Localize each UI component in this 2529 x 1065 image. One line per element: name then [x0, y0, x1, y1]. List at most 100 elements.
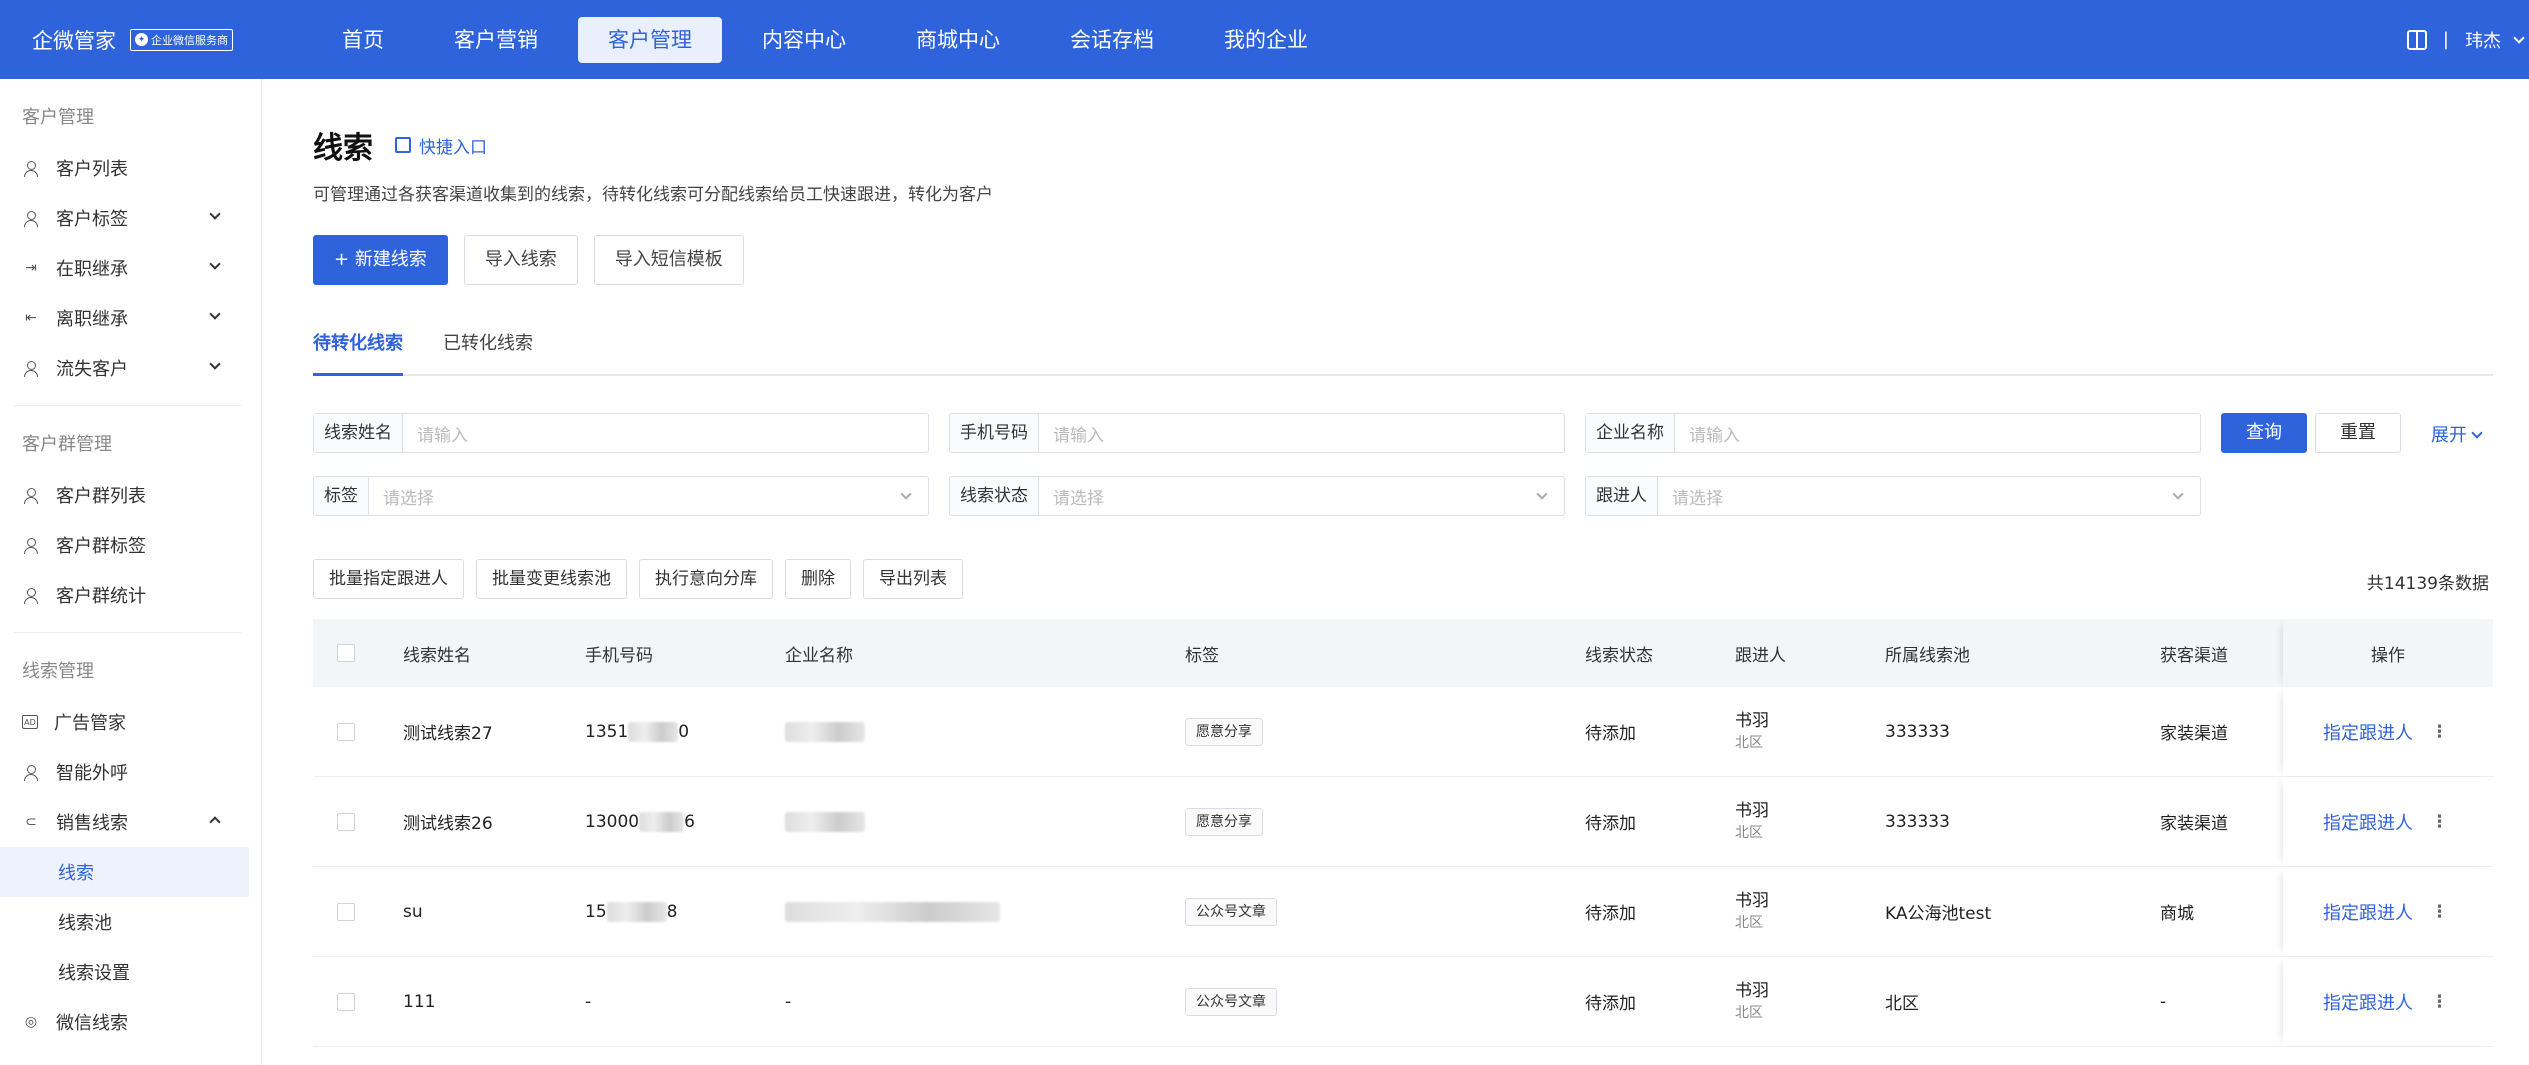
sidebar-item-ad-manager[interactable]: AD 广告管家 — [0, 697, 249, 747]
export-list-button[interactable]: 导出列表 — [863, 559, 963, 599]
nav-mall-center[interactable]: 商城中心 — [886, 17, 1030, 63]
sidebar-item-smart-call[interactable]: 智能外呼 — [0, 747, 249, 797]
sidebar-item-onjob-inherit[interactable]: ⇥ 在职继承 — [0, 243, 249, 293]
expand-filters-link[interactable]: 展开 — [2431, 421, 2487, 447]
more-icon[interactable]: ⋮ — [2431, 722, 2448, 742]
chevron-down-icon — [1536, 488, 1548, 500]
row-checkbox[interactable] — [337, 722, 355, 741]
masked-company — [785, 721, 865, 742]
row-checkbox[interactable] — [337, 992, 355, 1011]
sidebar-item-label: 离职继承 — [56, 309, 128, 330]
sidebar-divider — [14, 405, 241, 406]
chevron-down-icon[interactable] — [2513, 31, 2525, 44]
phone-suffix: 8 — [666, 901, 678, 922]
table-row[interactable]: 111 - - 公众号文章 待添加 书羽 北区 北区 - 指定跟进人 ⋮ — [313, 957, 2493, 1047]
sidebar-item-customer-list[interactable]: 客户列表 — [0, 143, 249, 193]
tag-select[interactable]: 请选择 — [369, 484, 896, 509]
header-status: 线索状态 — [1585, 645, 1653, 666]
assign-owner-link[interactable]: 指定跟进人 — [2323, 989, 2413, 1015]
sidebar-item-resign-inherit[interactable]: ⇤ 离职继承 — [0, 293, 249, 343]
company-input[interactable]: 请输入 — [1675, 421, 2200, 446]
status-select[interactable]: 请选择 — [1039, 484, 1532, 509]
nav-customer-management[interactable]: 客户管理 — [578, 16, 722, 63]
header-actions: 操作 — [2283, 619, 2493, 687]
brand[interactable]: 企微管家 ✦ 企业微信服务商 — [32, 25, 312, 55]
sidebar-subitem-lead-settings[interactable]: 线索设置 — [0, 947, 249, 997]
lead-icon: ⊂ — [25, 814, 37, 830]
badge-text: 企业微信服务商 — [151, 33, 228, 47]
cell-actions: 指定跟进人 ⋮ — [2283, 687, 2493, 776]
phone-suffix: 6 — [684, 811, 695, 832]
sidebar-item-customer-tags[interactable]: 客户标签 — [0, 193, 249, 243]
user-name[interactable]: 玮杰 — [2465, 27, 2501, 53]
owner-filter[interactable]: 跟进人 请选择 — [1585, 476, 2201, 516]
reset-button[interactable]: 重置 — [2315, 413, 2401, 453]
owner-region: 北区 — [1735, 824, 1763, 841]
sidebar-item-label: 微信线索 — [56, 1013, 128, 1034]
top-navigation-bar: 企微管家 ✦ 企业微信服务商 首页 客户营销 客户管理 内容中心 商城中心 会话… — [0, 0, 2529, 79]
owner-name: 书羽 — [1735, 800, 1769, 821]
sidebar-item-sales-leads[interactable]: ⊂ 销售线索 — [0, 797, 249, 847]
chevron-down-icon — [900, 488, 912, 500]
table-row[interactable]: 测试线索27 1351 0 愿意分享 待添加 书羽 北区 333333 家装渠道 指… — [313, 687, 2493, 777]
tag-badge: 愿意分享 — [1185, 807, 1263, 836]
top-right-area: | 玮杰 — [2406, 0, 2529, 79]
sidebar-item-wechat-leads[interactable]: ◎ 微信线索 — [0, 997, 249, 1047]
cell-status: 待添加 — [1585, 724, 1636, 744]
phone-filter[interactable]: 手机号码 请输入 — [949, 413, 1565, 453]
sidebar-subitem-leads[interactable]: 线索 — [0, 847, 249, 897]
owner-select[interactable]: 请选择 — [1658, 484, 2168, 509]
cell-pool: KA公海池test — [1885, 904, 1992, 924]
entry-icon — [395, 137, 411, 153]
sidebar-subitem-lead-pool[interactable]: 线索池 — [0, 897, 249, 947]
intent-split-button[interactable]: 执行意向分库 — [639, 559, 773, 599]
import-sms-template-button[interactable]: 导入短信模板 — [593, 235, 744, 285]
masked-digits — [628, 721, 679, 742]
more-icon[interactable]: ⋮ — [2431, 902, 2448, 922]
row-checkbox[interactable] — [337, 902, 355, 921]
company-filter[interactable]: 企业名称 请输入 — [1585, 413, 2201, 453]
phone-input[interactable]: 请输入 — [1039, 421, 1564, 446]
new-lead-button[interactable]: + 新建线索 — [313, 235, 448, 285]
cell-channel: 商城 — [2160, 904, 2194, 924]
sidebar-group-title: 线索管理 — [22, 661, 94, 682]
nav-customer-marketing[interactable]: 客户营销 — [424, 17, 568, 63]
status-filter[interactable]: 线索状态 请选择 — [949, 476, 1565, 516]
assign-owner-link[interactable]: 指定跟进人 — [2323, 899, 2413, 925]
sidebar-item-group-list[interactable]: 客户群列表 — [0, 470, 249, 520]
sidebar-item-group-stats[interactable]: 客户群统计 — [0, 570, 249, 620]
import-leads-button[interactable]: 导入线索 — [463, 235, 578, 285]
header-lead-name: 线索姓名 — [403, 645, 471, 666]
more-icon[interactable]: ⋮ — [2431, 992, 2448, 1012]
nav-my-enterprise[interactable]: 我的企业 — [1194, 17, 1338, 63]
lead-name-input[interactable]: 请输入 — [403, 421, 928, 446]
query-button[interactable]: 查询 — [2221, 413, 2307, 453]
nav-chat-archive[interactable]: 会话存档 — [1040, 17, 1184, 63]
cell-channel: - — [2160, 991, 2167, 1012]
assign-owner-link[interactable]: 指定跟进人 — [2323, 809, 2413, 835]
help-book-icon[interactable] — [2406, 29, 2427, 50]
table-row[interactable]: su 15 8 公众号文章 待添加 书羽 北区 KA公海池test 商城 指定跟进人… — [313, 867, 2493, 957]
tab-pending-leads[interactable]: 待转化线索 — [313, 324, 403, 376]
lead-name-filter[interactable]: 线索姓名 请输入 — [313, 413, 929, 453]
nav-content-center[interactable]: 内容中心 — [732, 17, 876, 63]
sidebar-item-group-tags[interactable]: 客户群标签 — [0, 520, 249, 570]
sidebar-item-lost-customers[interactable]: 流失客户 — [0, 343, 249, 393]
tag-filter[interactable]: 标签 请选择 — [313, 476, 929, 516]
row-checkbox[interactable] — [337, 812, 355, 831]
brand-name: 企微管家 — [32, 28, 116, 53]
ad-icon: AD — [22, 715, 38, 729]
phone-suffix: 0 — [678, 721, 690, 742]
tab-converted-leads[interactable]: 已转化线索 — [443, 324, 533, 376]
delete-button[interactable]: 删除 — [785, 559, 851, 599]
table-row[interactable]: 测试线索26 13000 6 愿意分享 待添加 书羽 北区 333333 家装渠道 … — [313, 777, 2493, 867]
assign-owner-link[interactable]: 指定跟进人 — [2323, 719, 2413, 745]
nav-home[interactable]: 首页 — [312, 17, 414, 63]
cell-tag: 公众号文章 — [1185, 897, 1277, 926]
more-icon[interactable]: ⋮ — [2431, 812, 2448, 832]
sidebar-item-label: 客户群统计 — [56, 586, 146, 607]
quick-entry-link[interactable]: 快捷入口 — [395, 133, 487, 158]
batch-assign-owner-button[interactable]: 批量指定跟进人 — [313, 559, 464, 599]
select-all-checkbox[interactable] — [337, 644, 355, 662]
batch-change-pool-button[interactable]: 批量变更线索池 — [476, 559, 627, 599]
